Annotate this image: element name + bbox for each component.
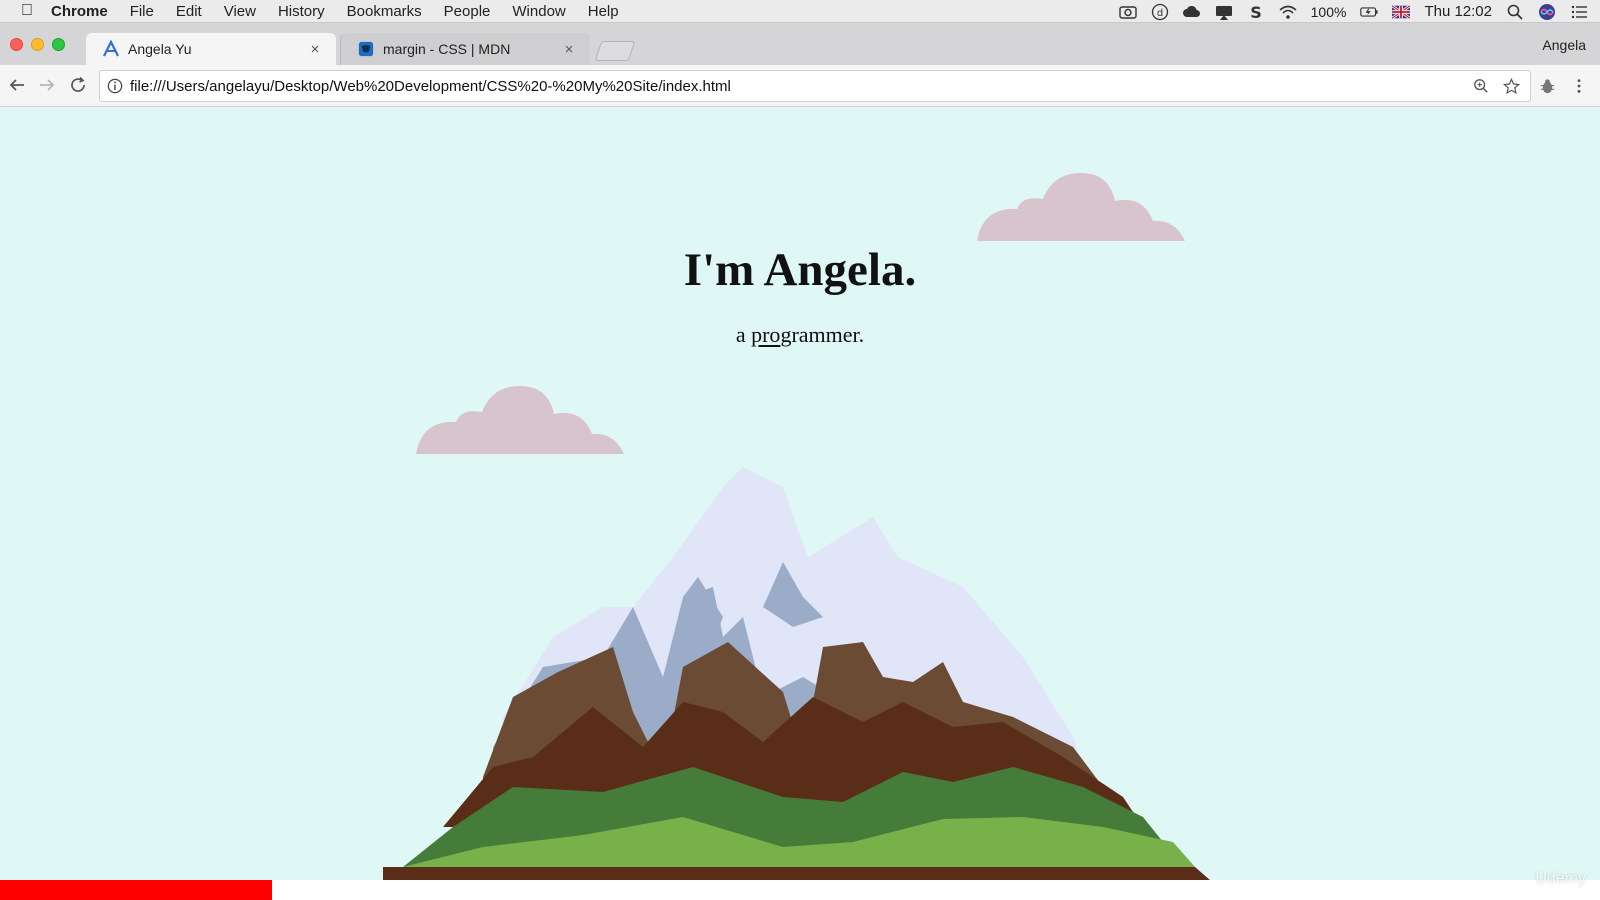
arrow-left-icon	[9, 79, 24, 91]
browser-toolbar: file:///Users/angelayu/Desktop/Web%20Dev…	[0, 65, 1600, 107]
menu-history[interactable]: History	[267, 3, 336, 20]
menu-people[interactable]: People	[433, 3, 502, 20]
d-icon[interactable]: d	[1151, 3, 1169, 21]
battery-icon[interactable]	[1360, 3, 1379, 21]
address-bar[interactable]: file:///Users/angelayu/Desktop/Web%20Dev…	[99, 70, 1531, 102]
airplay-icon[interactable]	[1215, 3, 1233, 21]
video-icon[interactable]	[1118, 3, 1137, 21]
menu-bookmarks[interactable]: Bookmarks	[336, 3, 433, 20]
zoom-icon[interactable]	[1472, 77, 1490, 95]
bug-extension-icon[interactable]	[1538, 77, 1556, 95]
video-progress-bar[interactable]	[0, 880, 1600, 900]
page-heading: I'm Angela.	[683, 244, 917, 296]
menubar-clock[interactable]: Thu 12:02	[1424, 3, 1492, 20]
close-tab-icon[interactable]: ×	[562, 41, 576, 58]
progress-fill	[0, 880, 272, 900]
url-text[interactable]: file:///Users/angelayu/Desktop/Web%20Dev…	[130, 78, 1472, 95]
subtitle-prefix: a	[735, 322, 752, 347]
forward-button[interactable]	[36, 74, 58, 96]
apple-icon[interactable]: 	[14, 2, 40, 20]
cloud-image-left	[416, 386, 624, 454]
siri-icon[interactable]	[1538, 3, 1556, 21]
arrow-right-icon	[40, 79, 55, 91]
udemy-watermark: Udemy	[1535, 870, 1586, 887]
svg-text:d: d	[1156, 8, 1162, 19]
back-button[interactable]	[6, 74, 28, 96]
tab-title: margin - CSS | MDN	[383, 41, 511, 57]
profile-name[interactable]: Angela	[1542, 37, 1586, 53]
tab-margin-css-mdn[interactable]: margin - CSS | MDN ×	[340, 33, 590, 65]
mountain-illustration	[383, 467, 1210, 880]
wifi-icon[interactable]	[1279, 3, 1297, 21]
menu-kebab-icon[interactable]	[1570, 77, 1588, 95]
reload-icon	[71, 76, 85, 92]
battery-percent: 100%	[1310, 3, 1347, 20]
menu-edit[interactable]: Edit	[165, 3, 213, 20]
info-icon[interactable]	[100, 78, 130, 94]
reload-button[interactable]	[67, 74, 89, 96]
menu-help[interactable]: Help	[577, 3, 630, 20]
angela-favicon-icon	[102, 40, 120, 58]
menu-window[interactable]: Window	[501, 3, 576, 20]
close-tab-icon[interactable]: ×	[308, 41, 322, 58]
svg-text:S: S	[1250, 3, 1262, 21]
subtitle-suffix: grammer.	[780, 322, 865, 347]
s-icon[interactable]: S	[1247, 3, 1265, 21]
tab-strip: Angela Yu × margin - CSS | MDN × Angela	[0, 23, 1600, 65]
menu-app-chrome[interactable]: Chrome	[40, 3, 119, 20]
close-window-button[interactable]	[10, 38, 23, 51]
new-tab-button[interactable]	[594, 41, 636, 61]
page-subtitle: a programmer.	[0, 322, 1600, 348]
minimize-window-button[interactable]	[31, 38, 44, 51]
page-viewport: I'm Angela. a programmer.	[0, 107, 1600, 880]
menu-bar:  Chrome File Edit View History Bookmark…	[0, 0, 1600, 23]
tab-angela-yu[interactable]: Angela Yu ×	[86, 33, 336, 65]
menu-view[interactable]: View	[213, 3, 267, 20]
tab-title: Angela Yu	[128, 41, 192, 57]
cloud-icon[interactable]	[1182, 3, 1201, 21]
subtitle-underlined: pro	[751, 322, 781, 347]
window-controls	[10, 38, 65, 51]
bookmark-star-icon[interactable]	[1502, 77, 1520, 95]
uk-flag-icon[interactable]	[1392, 3, 1411, 21]
cloud-image-top	[977, 173, 1185, 241]
list-icon[interactable]	[1570, 3, 1588, 21]
mdn-favicon-icon	[357, 40, 375, 58]
menu-file[interactable]: File	[119, 3, 165, 20]
spotlight-icon[interactable]	[1506, 3, 1524, 21]
zoom-window-button[interactable]	[52, 38, 65, 51]
